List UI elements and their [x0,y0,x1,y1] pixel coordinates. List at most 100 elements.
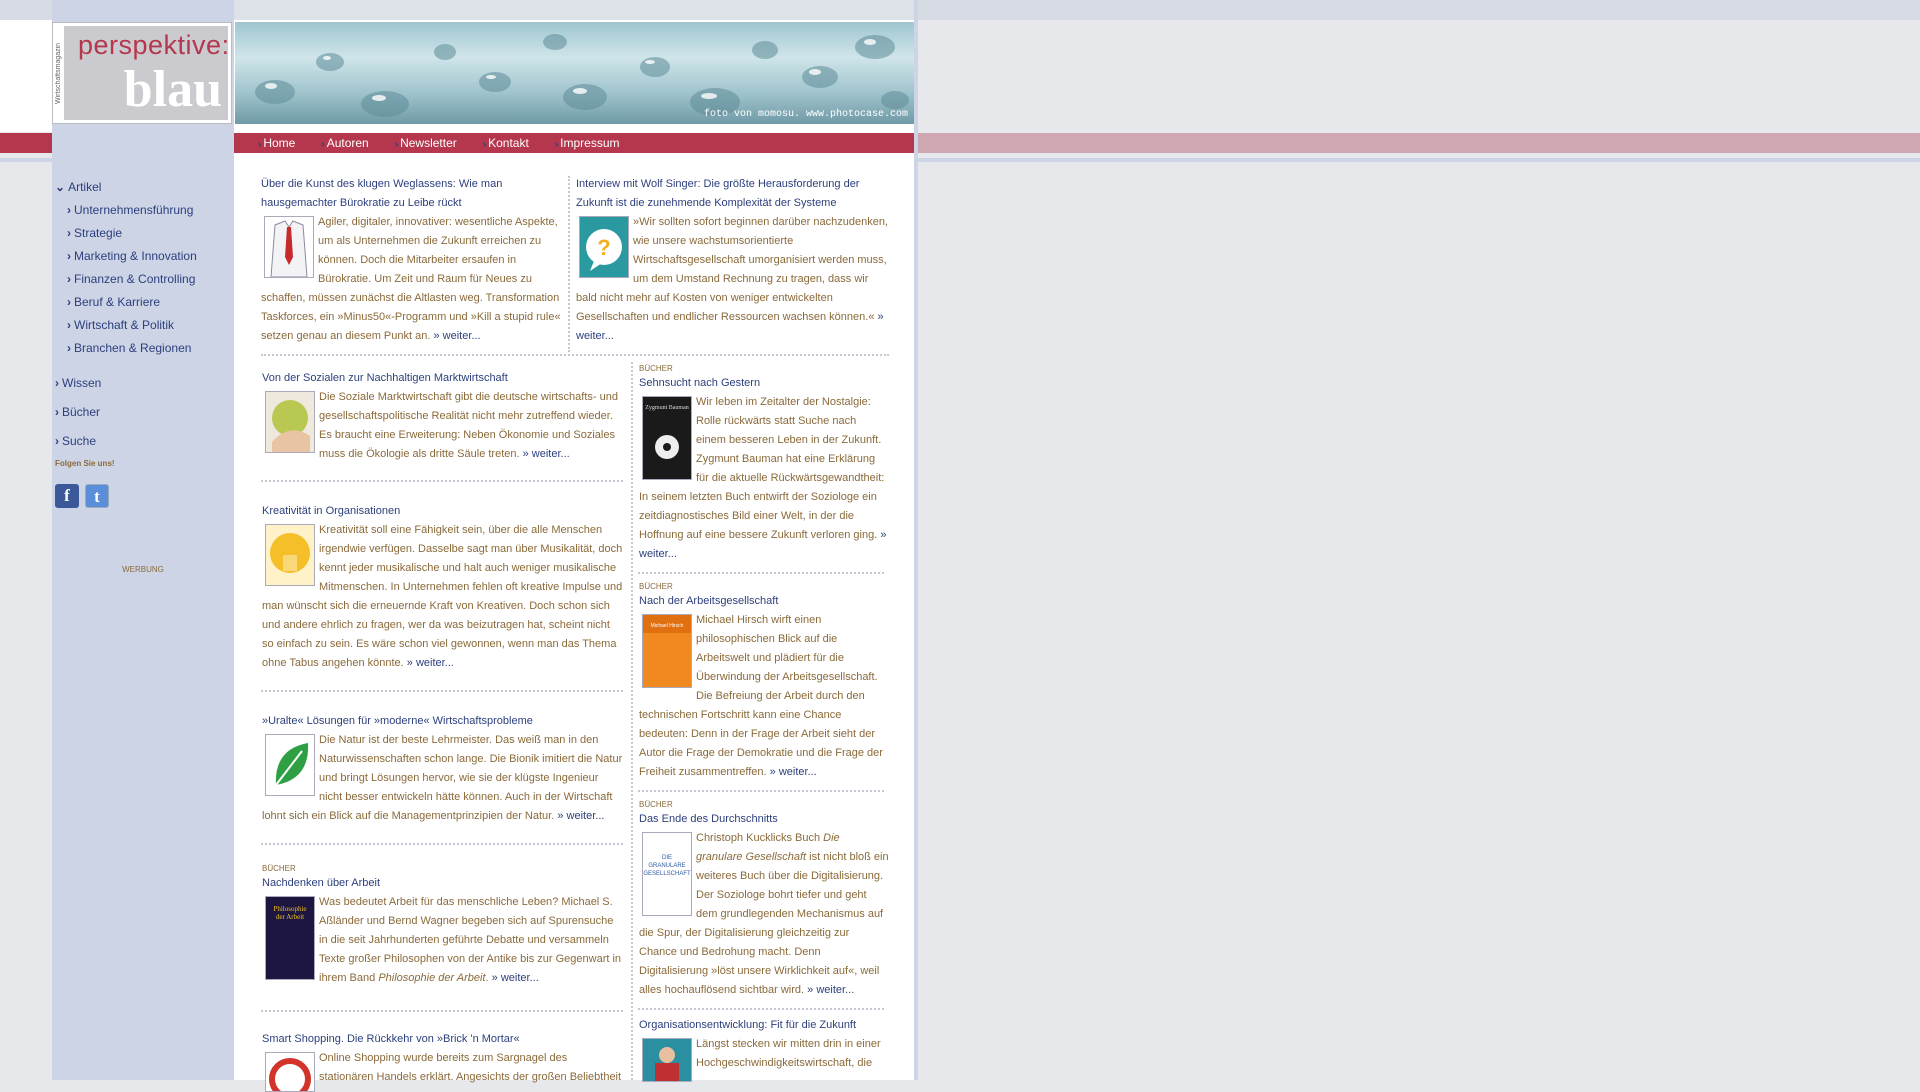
nav-item-newsletter[interactable]: › Newsletter [395,133,457,155]
ad-label: WERBUNG [122,565,164,574]
social-links: f t [55,484,109,508]
article-text: Was bedeutet Arbeit für das menschliche … [319,896,622,984]
sidebar-item-wirtschaft-politik[interactable]: › Wirtschaft & Politik [55,318,235,341]
chevron-right-icon: › [67,318,71,332]
sidebar-nav: ⌄ Artikel › Unternehmensführung › Strategie… [55,180,235,457]
photo-credit: foto von momosu. www.photocase.com [703,109,908,120]
svg-text:Philosophie: Philosophie [273,905,306,913]
sidebar-item-wissen[interactable]: › Wissen [55,376,235,405]
article-title[interactable]: Von der Sozialen zur Nachhaltigen Marktw… [262,369,624,388]
sidebar-item-suche[interactable]: › Suche [55,434,235,457]
sidebar-label: Wirtschaft & Politik [74,318,175,332]
book-cover-image: Michael Hirsch [643,615,691,687]
book-teaser: BÜCHER Das Ende des Durchschnitts DIE GRA… [639,800,889,1000]
facebook-icon[interactable]: f [55,484,79,508]
article-title[interactable]: Sehnsucht nach Gestern [639,374,889,393]
sidebar-item-branchen[interactable]: › Branchen & Regionen [55,341,235,376]
article-title[interactable]: Smart Shopping. Die Rückkehr von »Brick … [262,1030,624,1049]
article-divider [261,843,623,845]
article-title[interactable]: Kreativität in Organisationen [262,502,624,521]
sidebar-item-beruf[interactable]: › Beruf & Karriere [55,295,235,318]
globe-hand-icon [266,392,314,452]
read-more-link[interactable]: weiter... [807,984,854,996]
category-label: BÜCHER [639,800,673,809]
category-label: BÜCHER [262,864,296,873]
book-cover[interactable]: Zygmunt Bauman [642,396,692,480]
chevron-right-icon: › [55,405,59,419]
book-cover[interactable]: DIE GRANULARE GESELLSCHAFT [642,832,692,916]
sidebar-item-buecher[interactable]: › Bücher [55,405,235,434]
article-teaser: Organisationsentwicklung: Fit für die Zu… [639,1016,889,1082]
article-thumbnail[interactable] [264,216,314,278]
sidebar-label: Bücher [62,405,101,419]
article-thumbnail[interactable] [265,734,315,796]
article-divider [261,690,623,692]
sidebar-label: Unternehmensführung [74,203,194,217]
book-cover[interactable]: Michael Hirsch [642,614,692,688]
chevron-right-icon: › [67,295,71,309]
category-label: BÜCHER [639,364,673,373]
site-logo[interactable]: Wirtschaftsmagazin perspektive: blau [52,22,232,124]
article-teaser: Interview mit Wolf Singer: Die größte He… [576,175,888,346]
article-divider [638,1008,884,1010]
article-thumbnail[interactable] [265,1052,315,1092]
article-title[interactable]: »Uralte« Lösungen für »moderne« Wirtscha… [262,712,624,731]
sidebar-label: Strategie [74,226,123,240]
chevron-right-icon: › [67,272,71,286]
nav-band-left [0,133,52,153]
read-more-link[interactable]: weiter... [557,810,604,822]
sidebar-label: Marketing & Innovation [74,249,197,263]
article-thumbnail[interactable]: ? [579,216,629,278]
article-thumbnail[interactable] [265,524,315,586]
header-banner-image: foto von momosu. www.photocase.com [235,22,914,124]
article-divider [261,1010,623,1012]
chevron-right-icon: › [67,226,71,240]
article-title[interactable]: Das Ende des Durchschnitts [639,810,889,829]
read-more-link[interactable]: weiter... [407,657,454,669]
read-more-link[interactable]: weiter... [770,766,817,778]
article-title[interactable]: Nach der Arbeitsgesellschaft [639,592,889,611]
book-teaser: BÜCHER Sehnsucht nach Gestern Zygmunt Ba… [639,364,889,564]
chevron-right-icon: › [55,434,59,448]
svg-text:GRANULARE: GRANULARE [648,863,685,869]
logo-side-text: Wirtschaftsmagazin [55,42,62,104]
article-teaser: Von der Sozialen zur Nachhaltigen Marktw… [262,369,624,464]
divider-line [0,158,52,162]
article-thumbnail[interactable] [642,1038,692,1082]
nav-label: Newsletter [400,136,457,150]
read-more-link[interactable]: weiter... [523,448,570,460]
sidebar-item-artikel[interactable]: ⌄ Artikel [55,180,235,203]
read-more-link[interactable]: weiter... [492,972,539,984]
sidebar-item-unternehmensfuehrung[interactable]: › Unternehmensführung [55,203,235,226]
article-teaser: Über die Kunst des klugen Weglassens: Wi… [261,175,561,346]
article-title[interactable]: Interview mit Wolf Singer: Die größte He… [576,175,888,213]
article-title[interactable]: Organisationsentwicklung: Fit für die Zu… [639,1016,889,1035]
book-cover-image: Zygmunt Bauman [643,397,691,479]
sidebar-label: Finanzen & Controlling [74,272,196,286]
nav-label: Home [263,136,296,150]
lightbulb-icon [266,525,314,585]
shirt-tie-icon [265,217,313,277]
sidebar-item-marketing[interactable]: › Marketing & Innovation [55,249,235,272]
nav-item-autoren[interactable]: › Autoren [321,133,368,155]
twitter-icon[interactable]: t [85,484,109,508]
sidebar-item-finanzen[interactable]: › Finanzen & Controlling [55,272,235,295]
sidebar-item-strategie[interactable]: › Strategie [55,226,235,249]
article-text: Die Soziale Marktwirtschaft gibt die deu… [319,391,618,460]
person-illustration-icon [643,1039,691,1081]
sidebar-label: Wissen [62,376,102,390]
article-title[interactable]: Nachdenken über Arbeit [262,874,624,893]
read-more-link[interactable]: weiter... [433,330,480,342]
svg-text:DIE: DIE [662,855,672,861]
svg-text:der Arbeit: der Arbeit [276,913,304,921]
nav-item-impressum[interactable]: › Impressum [555,133,620,155]
article-teaser: »Uralte« Lösungen für »moderne« Wirtscha… [262,712,624,826]
nav-item-kontakt[interactable]: › Kontakt [483,133,529,155]
book-cover[interactable]: Philosophie der Arbeit [265,896,315,980]
nav-item-home[interactable]: › Home [258,133,295,155]
article-teaser: Kreativität in Organisationen Kreativitä… [262,502,624,673]
article-title[interactable]: Über die Kunst des klugen Weglassens: Wi… [261,175,561,213]
chevron-right-icon: › [394,139,399,150]
article-text: Online Shopping wurde bereits zum Sargna… [319,1052,622,1083]
article-thumbnail[interactable] [265,391,315,453]
